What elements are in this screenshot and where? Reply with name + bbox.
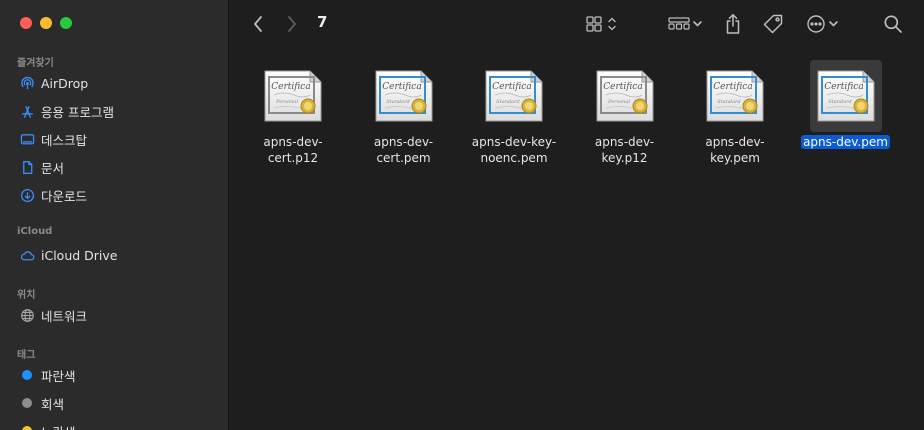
sidebar-item-tag-gray[interactable]: 회색	[12, 390, 217, 416]
tag-button[interactable]	[760, 12, 786, 36]
sidebar-item-network[interactable]: 네트워크	[12, 302, 217, 328]
document-icon	[19, 159, 35, 175]
sidebar-item-label: iCloud Drive	[41, 247, 118, 263]
more-actions-button[interactable]	[804, 12, 842, 36]
svg-text:Certifica: Certifica	[492, 82, 531, 92]
sidebar-item-label: 데스크탑	[41, 132, 88, 148]
icloud-icon	[19, 247, 35, 263]
file-name-line: apns-dev-	[263, 135, 323, 149]
file-item[interactable]: Certifica Personal apns-dev-cert.p12	[243, 60, 343, 166]
tag-icon	[763, 14, 783, 34]
tags-section-title: 태그	[17, 350, 36, 361]
file-name: apns-dev-key-noenc.pem	[464, 135, 564, 166]
search-button[interactable]	[882, 12, 904, 36]
sidebar-item-desktop[interactable]: 데스크탑	[12, 126, 217, 152]
certificate-file-icon: Certifica Standard	[699, 60, 771, 132]
file-name: apns-dev-key.p12	[575, 135, 675, 166]
sidebar-item-label: 파란색	[41, 368, 76, 384]
svg-text:Certifica: Certifica	[824, 82, 863, 92]
file-name-line: apns-dev-	[373, 135, 434, 149]
file-name-line: noenc.pem	[480, 150, 548, 165]
tag-color-dot	[22, 370, 32, 380]
file-name-line: apns-dev-key-	[471, 135, 557, 149]
share-button[interactable]	[722, 12, 744, 36]
file-name: apns-dev-cert.pem	[354, 135, 454, 166]
sidebar-item-tag-blue[interactable]: 파란색	[12, 362, 217, 388]
sidebar-item-downloads[interactable]: 다운로드	[12, 182, 217, 208]
svg-text:Personal: Personal	[607, 99, 630, 105]
minimize-window-button[interactable]	[40, 17, 52, 29]
network-icon	[19, 307, 35, 323]
desktop-icon	[19, 131, 35, 147]
sidebar-item-label: 노란색	[41, 422, 76, 430]
sidebar-item-label: 네트워크	[41, 308, 88, 324]
svg-text:Certifica: Certifica	[271, 82, 310, 92]
sidebar: 즐겨찾기 AirDrop 응용 프로그램 데스크탑 문서 다운로드 iCloud…	[0, 0, 229, 430]
back-icon	[254, 16, 262, 32]
svg-text:Standard: Standard	[386, 99, 409, 105]
forward-button[interactable]	[282, 12, 302, 36]
certificate-file-icon: Certifica Personal	[257, 60, 329, 132]
certificate-file-icon: Certifica Standard	[368, 60, 440, 132]
applications-icon	[19, 103, 35, 119]
file-name-line: apns-dev-	[705, 135, 765, 149]
share-icon	[726, 14, 740, 34]
icloud-section-title: iCloud	[17, 226, 53, 237]
more-icon	[807, 15, 838, 33]
sidebar-item-tag-yellow[interactable]: 노란색	[12, 418, 217, 430]
file-name: apns-dev.pem	[796, 135, 896, 151]
window-controls	[20, 17, 72, 29]
file-item[interactable]: Certifica Standard apns-dev-key.pem	[685, 60, 785, 166]
view-mode-button[interactable]	[584, 12, 622, 36]
svg-text:Standard: Standard	[717, 99, 740, 105]
sidebar-item-label: 문서	[41, 160, 65, 176]
locations-section-title: 위치	[17, 290, 36, 301]
file-name: apns-dev-key.pem	[685, 135, 785, 166]
svg-text:Personal: Personal	[275, 99, 298, 105]
file-item[interactable]: Certifica Personal apns-dev-key.p12	[575, 60, 675, 166]
sidebar-item-icloud-drive[interactable]: iCloud Drive	[12, 242, 217, 268]
file-name-line: key.pem	[710, 150, 760, 165]
file-grid: Certifica Personal apns-dev-cert.p12 Cer…	[230, 48, 924, 430]
forward-icon	[288, 16, 296, 32]
file-name-line: apns-dev-key.p12	[594, 135, 655, 165]
sidebar-item-label: AirDrop	[41, 75, 89, 91]
svg-text:Standard: Standard	[828, 99, 851, 105]
close-window-button[interactable]	[20, 17, 32, 29]
sidebar-item-label: 다운로드	[41, 188, 88, 204]
certificate-file-icon: Certifica Standard	[809, 60, 882, 132]
favorites-section-title: 즐겨찾기	[17, 58, 54, 69]
file-item[interactable]: Certifica Standard apns-dev.pem	[796, 60, 896, 151]
finder-window: 즐겨찾기 AirDrop 응용 프로그램 데스크탑 문서 다운로드 iCloud…	[0, 0, 924, 430]
file-item[interactable]: Certifica Standard apns-dev-cert.pem	[354, 60, 454, 166]
tag-color-dot	[22, 398, 32, 408]
folder-title: 7	[317, 13, 328, 31]
svg-text:Certifica: Certifica	[713, 82, 752, 92]
file-item[interactable]: Certifica Standard apns-dev-key-noenc.pe…	[464, 60, 564, 166]
sidebar-item-applications[interactable]: 응용 프로그램	[12, 98, 217, 124]
file-name-line: cert.pem	[376, 150, 431, 165]
certificate-file-icon: Certifica Standard	[478, 60, 550, 132]
certificate-file-icon: Certifica Personal	[589, 60, 661, 132]
file-name: apns-dev-cert.p12	[243, 135, 343, 166]
sidebar-item-airdrop[interactable]: AirDrop	[12, 70, 217, 96]
svg-text:Standard: Standard	[496, 99, 519, 105]
back-button[interactable]	[248, 12, 268, 36]
file-name-line: apns-dev.pem	[801, 135, 890, 149]
toolbar: 7	[230, 0, 924, 48]
group-icon	[668, 17, 702, 30]
sidebar-item-documents[interactable]: 문서	[12, 154, 217, 180]
group-button[interactable]	[666, 12, 706, 36]
file-name-line: cert.p12	[267, 150, 319, 165]
search-icon	[884, 15, 902, 33]
icon-view-icon	[586, 16, 616, 32]
sidebar-item-label: 회색	[41, 396, 65, 412]
airdrop-icon	[19, 75, 35, 91]
svg-text:Certifica: Certifica	[603, 82, 642, 92]
zoom-window-button[interactable]	[60, 17, 72, 29]
svg-text:Certifica: Certifica	[382, 82, 421, 92]
sidebar-item-label: 응용 프로그램	[41, 104, 114, 120]
download-icon	[19, 187, 35, 203]
tag-color-dot	[22, 426, 32, 430]
